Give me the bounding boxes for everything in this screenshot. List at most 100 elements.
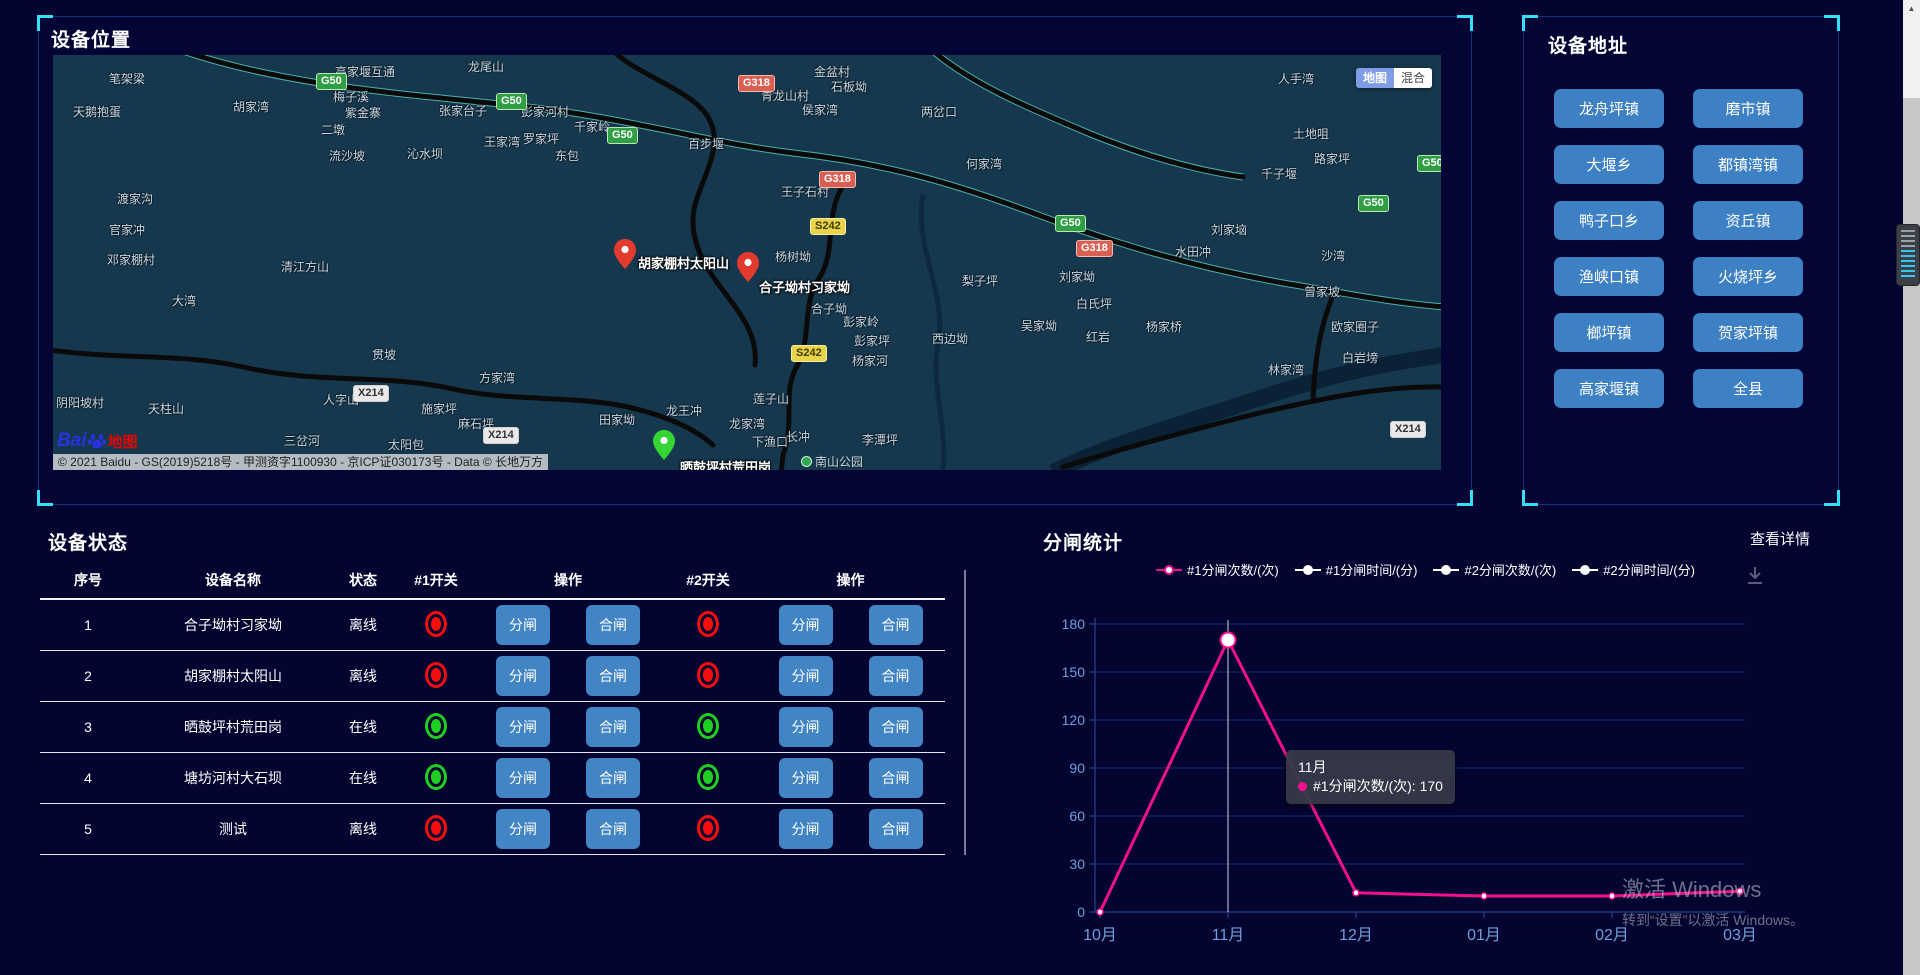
open-switch-button[interactable]: 分闸	[779, 707, 833, 747]
map-place-label: 下渔口	[752, 433, 788, 450]
close-switch-button[interactable]: 合闸	[869, 758, 923, 798]
download-icon[interactable]	[1744, 564, 1766, 591]
map-place-label: 三岔河	[284, 432, 320, 449]
cell-no: 4	[40, 770, 136, 786]
legend-label: #1分闸时间/(分)	[1326, 560, 1418, 579]
map-place-label: 张家台子	[439, 102, 487, 119]
legend-item[interactable]: #1分闸时间/(分)	[1295, 560, 1418, 579]
map-place-label: 方家湾	[479, 369, 515, 386]
map-place-label: 沁水坝	[407, 145, 443, 162]
map-pin-online[interactable]	[653, 430, 675, 460]
table-row: 2胡家棚村太阳山离线分闸合闸分闸合闸	[40, 651, 945, 702]
view-details-link[interactable]: 查看详情	[1750, 528, 1810, 549]
baidu-map-canvas[interactable]: 笔架梁天鹅抱蛋胡家湾高家堰互通梅子溪紫金寨二墩流沙坡沁水坝张家台子龙尾山彭家河村…	[53, 55, 1441, 470]
map-place-label: 龙家湾	[729, 415, 765, 432]
address-button[interactable]: 龙舟坪镇	[1554, 89, 1664, 128]
address-button[interactable]: 高家堰镇	[1554, 369, 1664, 408]
open-switch-button[interactable]: 分闸	[779, 656, 833, 696]
close-switch-button[interactable]: 合闸	[586, 809, 640, 849]
open-switch-button[interactable]: 分闸	[779, 809, 833, 849]
map-pin-offline[interactable]	[614, 239, 636, 269]
address-button-grid: 龙舟坪镇磨市镇大堰乡都镇湾镇鸭子口乡资丘镇渔峡口镇火烧坪乡榔坪镇贺家坪镇高家堰镇…	[1554, 89, 1810, 408]
road-badge-X214: X214	[483, 427, 519, 444]
close-switch-button[interactable]: 合闸	[869, 605, 923, 645]
map-place-label: 沙湾	[1321, 247, 1345, 264]
open-switch-button[interactable]: 分闸	[496, 809, 550, 849]
address-button[interactable]: 渔峡口镇	[1554, 257, 1664, 296]
map-place-label: 长冲	[786, 428, 810, 445]
cell-device-name: 胡家棚村太阳山	[136, 666, 330, 686]
map-place-label: 彭家岭	[843, 313, 879, 330]
map-place-label: 百步堰	[688, 135, 724, 152]
address-button[interactable]: 资丘镇	[1693, 201, 1803, 240]
switch2-indicator-on	[697, 713, 719, 739]
map-place-label: 清江方山	[281, 258, 329, 275]
open-switch-button[interactable]: 分闸	[496, 758, 550, 798]
close-switch-button[interactable]: 合闸	[586, 758, 640, 798]
cell-status: 在线	[330, 717, 396, 737]
close-switch-button[interactable]: 合闸	[869, 809, 923, 849]
windows-watermark: 激活 Windows 转到“设置”以激活 Windows。	[1622, 872, 1804, 930]
chart-legend: #1分闸次数/(次) #1分闸时间/(分) #2分闸次数/(次) #2分闸时间/(分)	[1156, 560, 1695, 579]
map-place-label: 邓家棚村	[107, 251, 155, 268]
legend-item[interactable]: #2分闸时间/(分)	[1572, 560, 1695, 579]
svg-text:60: 60	[1069, 808, 1085, 824]
close-switch-button[interactable]: 合闸	[869, 656, 923, 696]
map-place-label: 彭家坪	[854, 332, 890, 349]
map-place-label: 刘家坳	[1059, 268, 1095, 285]
map-place-label: 龙王冲	[666, 402, 702, 419]
svg-text:120: 120	[1062, 712, 1086, 728]
scrollbar-up-arrow[interactable]: ▲	[1903, 0, 1920, 17]
svg-text:12月: 12月	[1339, 927, 1373, 944]
map-pin-offline[interactable]	[737, 252, 759, 282]
road-badge-G50: G50	[496, 93, 527, 110]
address-button[interactable]: 贺家坪镇	[1693, 313, 1803, 352]
legend-item[interactable]: #2分闸次数/(次)	[1433, 560, 1556, 579]
road-badge-G50: G50	[1417, 155, 1441, 172]
address-button[interactable]: 榔坪镇	[1554, 313, 1664, 352]
open-switch-button[interactable]: 分闸	[779, 605, 833, 645]
map-place-label: 官家冲	[109, 221, 145, 238]
road-badge-X214: X214	[353, 385, 389, 402]
map-place-label: 大湾	[172, 292, 196, 309]
address-button[interactable]: 火烧坪乡	[1693, 257, 1803, 296]
close-switch-button[interactable]: 合闸	[586, 707, 640, 747]
svg-text:01月: 01月	[1467, 927, 1501, 944]
map-type-button-map[interactable]: 地图	[1356, 68, 1394, 88]
map-place-label: 千家岭	[574, 118, 610, 135]
map-place-label: 天柱山	[148, 400, 184, 417]
table-header-cell: 状态	[330, 570, 396, 590]
device-status-table: 序号设备名称状态#1开关操作#2开关操作1合子坳村习家坳离线分闸合闸分闸合闸2胡…	[40, 562, 945, 855]
legend-item[interactable]: #1分闸次数/(次)	[1156, 560, 1279, 579]
map-type-button-hybrid[interactable]: 混合	[1394, 68, 1432, 88]
table-header-cell: 操作	[756, 570, 945, 590]
address-button[interactable]: 大堰乡	[1554, 145, 1664, 184]
legend-label: #2分闸次数/(次)	[1464, 560, 1556, 579]
cell-status: 离线	[330, 819, 396, 839]
address-button[interactable]: 鸭子口乡	[1554, 201, 1664, 240]
map-place-label: 林家湾	[1268, 361, 1304, 378]
address-button[interactable]: 磨市镇	[1693, 89, 1803, 128]
address-button[interactable]: 都镇湾镇	[1693, 145, 1803, 184]
road-badge-X214: X214	[1390, 421, 1426, 438]
page-scrollbar[interactable]: ▲	[1903, 0, 1920, 975]
table-scrollbar[interactable]	[964, 570, 966, 855]
open-switch-button[interactable]: 分闸	[496, 656, 550, 696]
table-header-cell: 序号	[40, 570, 136, 590]
switch1-indicator-off	[425, 611, 447, 637]
map-place-label: 二墩	[321, 121, 345, 138]
close-switch-button[interactable]: 合闸	[869, 707, 923, 747]
map-place-label: 李潭坪	[862, 431, 898, 448]
map-place-label: 彭家河村	[521, 103, 569, 120]
map-place-label: 流沙坡	[329, 147, 365, 164]
open-switch-button[interactable]: 分闸	[496, 605, 550, 645]
road-badge-G318: G318	[819, 171, 856, 188]
close-switch-button[interactable]: 合闸	[586, 656, 640, 696]
close-switch-button[interactable]: 合闸	[586, 605, 640, 645]
svg-text:30: 30	[1069, 856, 1085, 872]
open-switch-button[interactable]: 分闸	[496, 707, 550, 747]
cell-no: 5	[40, 821, 136, 837]
open-switch-button[interactable]: 分闸	[779, 758, 833, 798]
device-location-panel: 设备位置 笔架梁天鹅抱蛋胡家湾高家堰互通梅	[38, 16, 1472, 505]
address-button[interactable]: 全县	[1693, 369, 1803, 408]
